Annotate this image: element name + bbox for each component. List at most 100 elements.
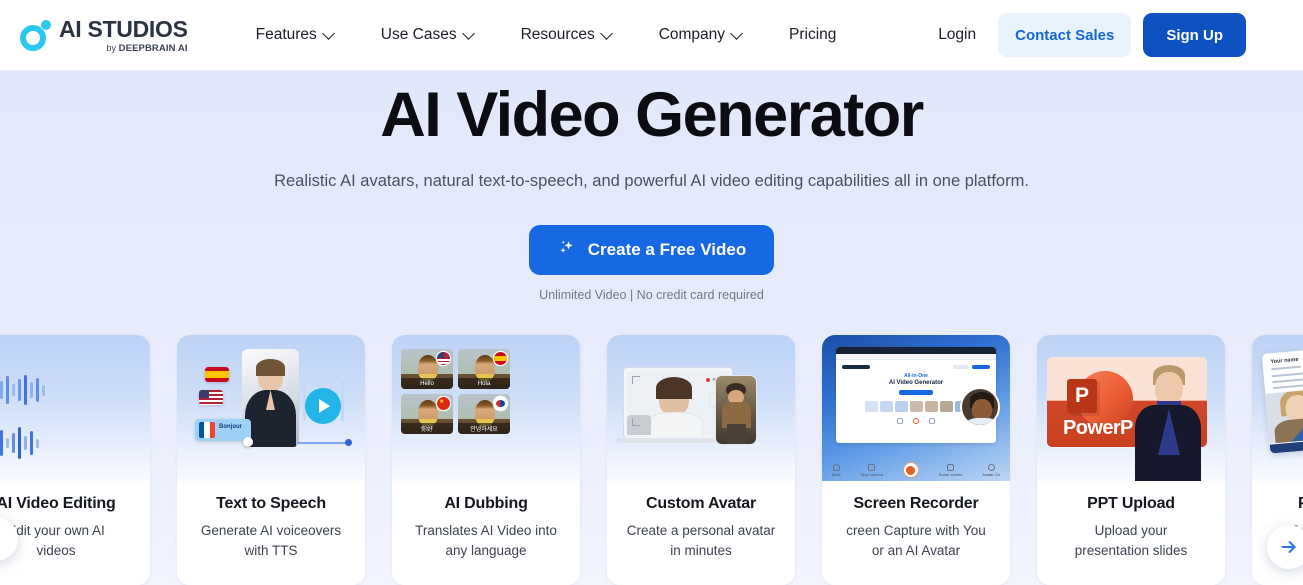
sign-up-button[interactable]: Sign Up — [1143, 13, 1246, 57]
nav-label: Company — [658, 26, 726, 43]
card-desc-line2: or an AI Avatar — [871, 543, 961, 558]
sparkle-icon — [557, 238, 577, 263]
hero-subtitle: Realistic AI avatars, natural text-to-sp… — [274, 172, 1029, 190]
flag-kr-icon — [494, 397, 507, 410]
feature-card-text-to-speech[interactable]: Bonjour Text to Speech Generate AI voice… — [177, 335, 365, 585]
hero-section: AI Video Generator Realistic AI avatars,… — [0, 71, 1303, 585]
card-title: Text to Speech — [216, 495, 326, 512]
card-desc: Translates AI Video into any language — [400, 521, 572, 561]
ppt-word: PowerP — [1063, 417, 1133, 439]
play-icon — [305, 388, 341, 424]
card-desc-line2: any language — [445, 543, 527, 558]
card-desc: Generate AI voiceovers with TTS — [185, 521, 357, 561]
logo-title: AI STUDIOS — [59, 15, 188, 42]
arrow-right-icon — [1281, 541, 1296, 553]
screen-recorder-art: All-in-One AI Video Generator Mute Stop … — [822, 335, 1010, 481]
card-body: AI Dubbing Translates AI Video into any … — [392, 481, 580, 585]
card-body: Screen Recorder creen Capture with You o… — [822, 481, 1010, 585]
screen-title-2: AI Video Generator — [888, 380, 944, 386]
tool-share-screen[interactable]: Share screen — [938, 464, 963, 477]
card-desc-line1: creen Capture with You — [846, 523, 986, 538]
dubbing-grid-art: Hello Hola ★ 你好 안녕하세요 — [392, 335, 580, 481]
nav-item-features[interactable]: Features — [232, 18, 357, 52]
card-desc: Edit your own AI videos — [0, 521, 142, 561]
cta-label: Create a Free Video — [587, 240, 747, 259]
card-body: AI Video Editing Edit your own AI videos — [0, 481, 150, 585]
card-desc-line2: presentation slides — [1074, 543, 1188, 558]
card-body: Text to Speech Generate AI voiceovers wi… — [177, 481, 365, 585]
chevron-down-icon — [461, 26, 475, 40]
card-desc-line2: with TTS — [244, 543, 298, 558]
powerpoint-icon: P — [1067, 379, 1097, 413]
feature-carousel: AI Video Editing Edit your own AI videos — [0, 335, 1303, 585]
card-desc: Create a personal avatar in minutes — [615, 521, 787, 561]
chevron-left-icon — [0, 530, 5, 548]
card-title: Screen Recorder — [853, 495, 979, 512]
recorder-toolbar: Mute Stop camera Share screen Avatar On — [822, 462, 1010, 478]
flag-us-icon — [199, 390, 223, 405]
card-desc-line1: Translates AI Video into — [415, 523, 557, 538]
nav-label: Pricing — [789, 26, 837, 43]
dub-caption: Hello — [401, 378, 453, 389]
cta-container: Create a Free Video Unlimited Video | No… — [0, 225, 1303, 302]
feature-card-ai-video-editing[interactable]: AI Video Editing Edit your own AI videos — [0, 335, 150, 585]
nav-label: Features — [255, 26, 317, 43]
card-title: AI Video Editing — [0, 495, 116, 512]
feature-card-ai-dubbing[interactable]: Hello Hola ★ 你好 안녕하세요 AI Dubbing Transla… — [392, 335, 580, 585]
logo[interactable]: AI STUDIOS by DEEPBRAIN AI — [18, 15, 188, 54]
logo-brand: DEEPBRAIN AI — [118, 42, 188, 54]
laptop-phone-record-art: REC — [607, 335, 795, 481]
nav-item-company[interactable]: Company — [635, 18, 765, 52]
flag-fr-chip: Bonjour — [195, 419, 251, 441]
nav-label: Resources — [520, 26, 595, 43]
nav-item-pricing[interactable]: Pricing — [765, 18, 860, 52]
card-desc-line1: Edit your own AI — [7, 523, 105, 538]
card-desc: creen Capture with You or an AI Avatar — [830, 521, 1002, 561]
feature-card-custom-avatar[interactable]: REC Custom Avatar — [607, 335, 795, 585]
card-desc-line1: Upload your — [1094, 523, 1168, 538]
ppt-letter: P — [1074, 384, 1089, 407]
card-desc-line2: in minutes — [670, 543, 732, 558]
tool-label: Stop camera — [860, 472, 884, 477]
card-body: PPT Upload Upload your presentation slid… — [1037, 481, 1225, 585]
waveform-art — [0, 335, 150, 481]
nav-item-resources[interactable]: Resources — [497, 18, 635, 52]
id-name: Your name — [1270, 356, 1299, 366]
contact-sales-button[interactable]: Contact Sales — [998, 13, 1132, 57]
tool-label: Avatar On — [982, 472, 1001, 477]
tool-label: Share screen — [938, 472, 963, 477]
flag-cn-icon: ★ — [437, 397, 450, 410]
carousel-track: AI Video Editing Edit your own AI videos — [0, 335, 1303, 585]
login-link[interactable]: Login — [924, 18, 990, 52]
page-root: AI STUDIOS by DEEPBRAIN AI Features Use … — [0, 0, 1303, 585]
page-title: AI Video Generator — [380, 80, 924, 150]
id-cards-art: Your name Your name — [1252, 335, 1303, 481]
dub-caption: 안녕하세요 — [458, 423, 510, 434]
dub-caption: 你好 — [401, 423, 453, 434]
dub-caption: Hola — [458, 378, 510, 389]
tool-label: Mute — [831, 472, 841, 477]
card-body: Custom Avatar Create a personal avatar i… — [607, 481, 795, 585]
nav-item-use-cases[interactable]: Use Cases — [357, 18, 497, 52]
chevron-down-icon — [599, 26, 613, 40]
create-free-video-button[interactable]: Create a Free Video — [528, 225, 775, 275]
carousel-next-button[interactable] — [1267, 525, 1303, 569]
tool-avatar-on[interactable]: Avatar On — [982, 464, 1000, 477]
tool-mute[interactable]: Mute — [832, 464, 841, 477]
feature-card-ppt-upload[interactable]: P PowerP PPT Upload Upload your presenta… — [1037, 335, 1225, 585]
card-title: Photo Avatar — [1260, 494, 1303, 514]
feature-card-screen-recorder[interactable]: All-in-One AI Video Generator Mute Stop … — [822, 335, 1010, 585]
ai-studios-logo-icon — [18, 19, 52, 53]
main-nav: Features Use Cases Resources Company Pri… — [232, 18, 861, 52]
card-desc-line2: videos — [36, 543, 76, 558]
flag-es-icon — [205, 367, 229, 382]
chevron-down-icon — [730, 26, 743, 40]
header-actions: Login Contact Sales Sign Up — [924, 13, 1246, 57]
flag-us-icon — [437, 352, 450, 365]
tool-stop-camera[interactable]: Stop camera — [860, 464, 884, 477]
chevron-down-icon — [321, 26, 335, 40]
record-button[interactable] — [902, 462, 919, 478]
card-desc-line1: Generate AI voiceovers — [200, 523, 342, 538]
powerpoint-slide-art: P PowerP — [1037, 335, 1225, 481]
flag-caption: Bonjour — [219, 424, 242, 430]
